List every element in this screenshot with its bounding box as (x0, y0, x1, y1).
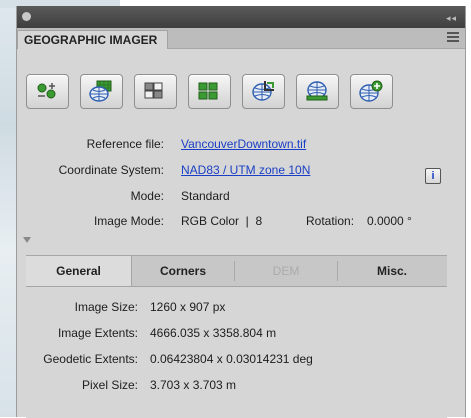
details-tab-bar: General Corners DEM Misc. (26, 256, 447, 287)
panel-titlebar[interactable]: ◂◂ (17, 6, 465, 28)
disclosure-triangle-icon[interactable] (23, 237, 31, 243)
globe-stack-button[interactable] (296, 74, 339, 109)
panel-tab-geographic-imager[interactable]: GEOGRAPHIC IMAGER (17, 30, 169, 49)
mode-value: Standard (181, 189, 230, 203)
mosaic-button[interactable] (134, 74, 177, 109)
tab-corners[interactable]: Corners (132, 256, 234, 286)
globe-crop-button[interactable] (242, 74, 285, 109)
georeference-globe-icon (89, 80, 112, 102)
transform-points-icon (37, 83, 56, 99)
grip-icon: ◂◂ (445, 13, 457, 23)
georeference-button[interactable] (80, 74, 123, 109)
pixel-size-value: 3.703 x 3.703 m (150, 378, 237, 392)
tile-grid-icon (198, 82, 218, 100)
globe-add-icon (359, 80, 383, 102)
tab-misc[interactable]: Misc. (338, 256, 446, 286)
pixel-size-label: Pixel Size: (81, 378, 138, 392)
details-panel: General Corners DEM Misc. Image Size: 12… (26, 255, 447, 418)
image-size-label: Image Size: (74, 300, 138, 314)
image-size-value: 1260 x 907 px (150, 300, 226, 314)
reference-file-link[interactable]: VancouverDowntown.tif (181, 135, 306, 153)
panel-tab-row: GEOGRAPHIC IMAGER (17, 28, 465, 49)
globe-crop-icon (252, 81, 274, 101)
rotation-label: Rotation: (306, 214, 355, 228)
geodetic-extents-label: Geodetic Extents: (43, 352, 138, 366)
panel-menu-icon[interactable] (447, 32, 459, 42)
tab-dem: DEM (272, 264, 300, 278)
image-mode-value: RGB Color | 8 (181, 214, 263, 228)
globe-add-button[interactable] (350, 74, 393, 109)
coordinate-system-label: Coordinate System: (58, 163, 164, 177)
mode-label: Mode: (130, 189, 164, 203)
tab-general[interactable]: General (26, 256, 132, 286)
coordinate-system-link[interactable]: NAD83 / UTM zone 10N (181, 161, 310, 179)
image-mode-label: Image Mode: (93, 214, 164, 228)
tile-grid-button[interactable] (188, 74, 231, 109)
image-extents-value: 4666.035 x 3358.804 m (150, 326, 277, 340)
close-dot-icon[interactable] (22, 12, 31, 21)
geodetic-extents-value: 0.06423804 x 0.03014231 deg (150, 352, 313, 366)
globe-stack-icon (306, 81, 328, 101)
background-map (0, 0, 16, 417)
reference-file-label: Reference file: (86, 137, 164, 151)
rotation-value: 0.0000 ° (367, 214, 412, 228)
transform-points-button[interactable] (26, 74, 69, 109)
image-extents-label: Image Extents: (57, 326, 138, 340)
mosaic-tiles-icon (144, 82, 163, 99)
coordinate-info-button[interactable]: i (425, 168, 441, 184)
